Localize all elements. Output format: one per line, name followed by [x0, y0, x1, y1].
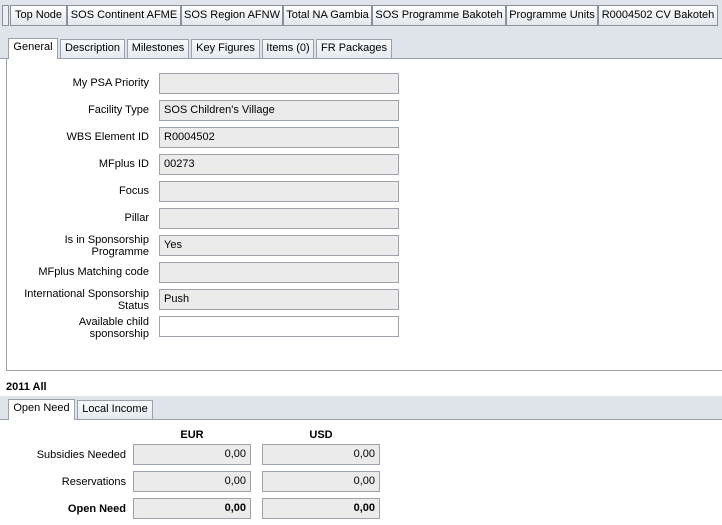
tab-milestones[interactable]: Milestones [127, 39, 189, 58]
breadcrumb-item-top-node[interactable]: Top Node [10, 5, 67, 26]
general-panel: My PSA Priority Facility Type SOS Childr… [6, 59, 722, 371]
label-subsidies-needed: Subsidies Needed [36, 449, 126, 461]
label-focus: Focus [119, 185, 149, 197]
section-title: 2011 All [6, 381, 47, 393]
breadcrumb-item-programme[interactable]: SOS Programme Bakoteh [372, 5, 506, 26]
breadcrumb-item-region[interactable]: SOS Region AFNW [181, 5, 283, 26]
facility-type-field: SOS Children's Village [159, 100, 399, 121]
focus-field [159, 181, 399, 202]
tab-items[interactable]: Items (0) [262, 39, 314, 58]
column-header-eur: EUR [180, 429, 204, 441]
mfplus-id-field: 00273 [159, 154, 399, 175]
international-sponsorship-status-field: Push [159, 289, 399, 310]
available-child-sponsorship-input[interactable] [159, 316, 399, 337]
label-is-in-sponsorship: Is in Sponsorship Programme [64, 234, 149, 258]
tab-fr-packages[interactable]: FR Packages [316, 39, 392, 58]
label-my-psa-priority: My PSA Priority [72, 77, 149, 89]
subsidies-needed-usd: 0,00 [262, 444, 380, 465]
my-psa-priority-field [159, 73, 399, 94]
label-facility-type: Facility Type [88, 104, 149, 116]
label-international-sponsorship-status: International Sponsorship Status [24, 288, 149, 312]
open-need-eur: 0,00 [133, 498, 251, 519]
open-need-usd: 0,00 [262, 498, 380, 519]
main-tabbar: General Description Milestones Key Figur… [0, 32, 722, 59]
breadcrumb-item-unit[interactable]: R0004502 CV Bakoteh [598, 5, 718, 26]
breadcrumb-item-continent[interactable]: SOS Continent AFME [67, 5, 181, 26]
breadcrumb: Top Node SOS Continent AFME SOS Region A… [0, 0, 722, 32]
label-reservations: Reservations [61, 476, 126, 488]
breadcrumb-handle[interactable] [2, 5, 9, 26]
label-pillar: Pillar [124, 212, 149, 224]
is-in-sponsorship-field: Yes [159, 235, 399, 256]
mfplus-matching-code-field [159, 262, 399, 283]
reservations-usd: 0,00 [262, 471, 380, 492]
tab-key-figures[interactable]: Key Figures [191, 39, 260, 58]
tab-local-income[interactable]: Local Income [77, 400, 153, 419]
label-mfplus-id: MFplus ID [98, 158, 149, 170]
label-available-child-sponsorship: Available child sponsorship [78, 316, 149, 340]
pillar-field [159, 208, 399, 229]
breadcrumb-item-programme-units[interactable]: Programme Units [506, 5, 598, 26]
column-header-usd: USD [309, 429, 333, 441]
subsidies-needed-eur: 0,00 [133, 444, 251, 465]
tab-general[interactable]: General [8, 38, 58, 59]
tab-open-need[interactable]: Open Need [8, 399, 75, 420]
label-mfplus-matching-code: MFplus Matching code [38, 266, 149, 278]
wbs-element-id-field: R0004502 [159, 127, 399, 148]
label-wbs-element-id: WBS Element ID [66, 131, 149, 143]
tab-description[interactable]: Description [60, 39, 125, 58]
label-open-need: Open Need [67, 503, 126, 515]
breadcrumb-item-na[interactable]: Total NA Gambia [283, 5, 372, 26]
reservations-eur: 0,00 [133, 471, 251, 492]
sub-tabbar: Open Need Local Income [0, 396, 722, 420]
